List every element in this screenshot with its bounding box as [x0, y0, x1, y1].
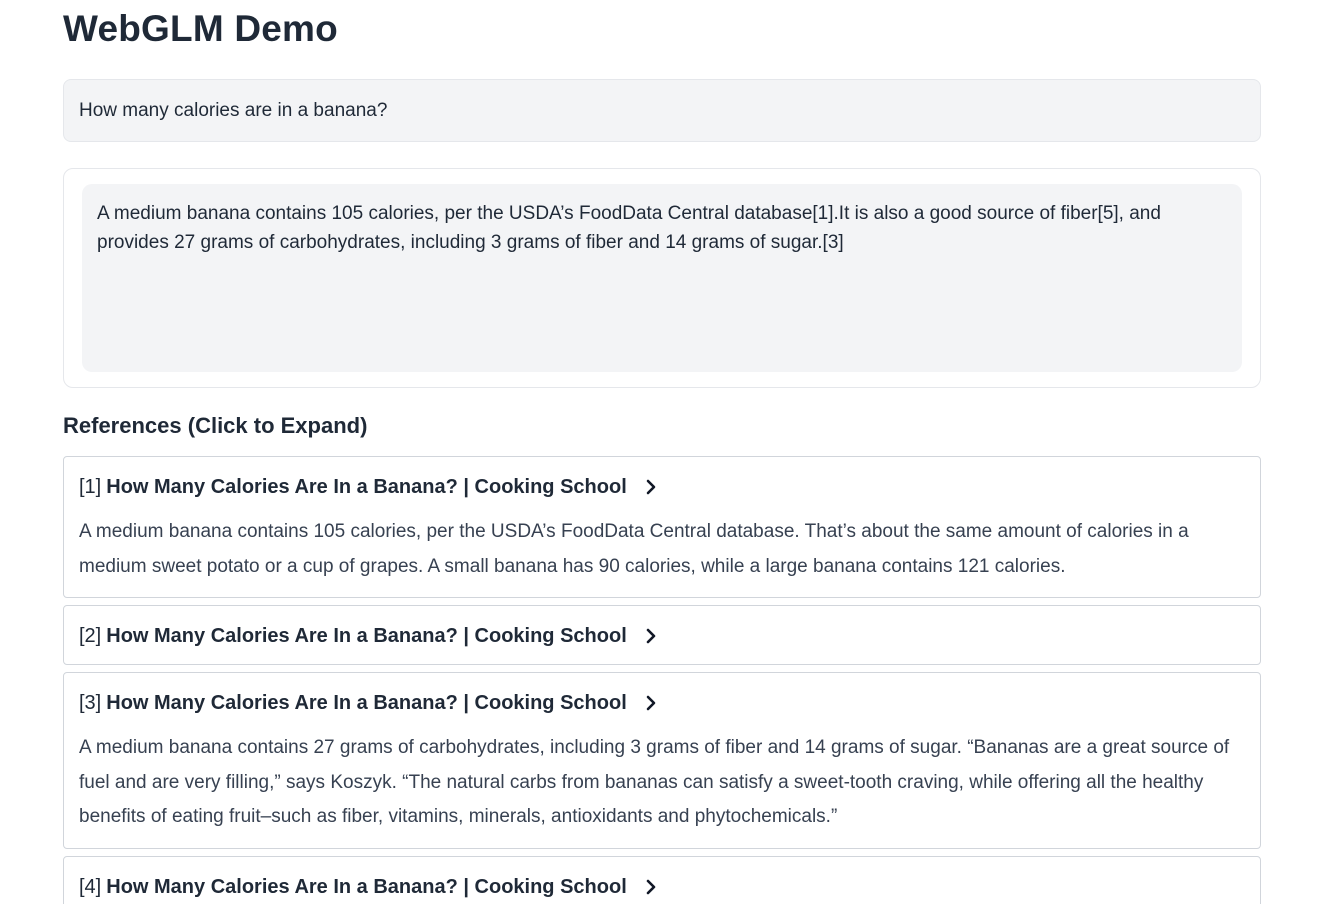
reference-index: [2] — [79, 625, 102, 647]
reference-title: How Many Calories Are In a Banana? | Coo… — [106, 875, 627, 898]
chevron-right-icon[interactable] — [641, 877, 661, 897]
chevron-right-icon[interactable] — [641, 477, 661, 497]
reference-title: How Many Calories Are In a Banana? | Coo… — [106, 476, 627, 498]
reference-index: [1] — [79, 476, 102, 498]
reference-title: How Many Calories Are In a Banana? | Coo… — [106, 625, 627, 647]
answer-panel: A medium banana contains 105 calories, p… — [63, 168, 1261, 388]
page-title: WebGLM Demo — [63, 8, 338, 49]
answer-text: A medium banana contains 105 calories, p… — [82, 184, 1242, 372]
reference-toggle[interactable]: [4] How Many Calories Are In a Banana? |… — [79, 872, 1245, 902]
reference-toggle[interactable]: [1] How Many Calories Are In a Banana? |… — [79, 472, 1245, 502]
chevron-right-icon[interactable] — [641, 626, 661, 646]
reference-toggle[interactable]: [3] How Many Calories Are In a Banana? |… — [79, 688, 1245, 718]
reference-body: A medium banana contains 27 grams of car… — [79, 737, 1230, 827]
reference-card: [1] How Many Calories Are In a Banana? |… — [63, 456, 1261, 598]
references-list: [1] How Many Calories Are In a Banana? |… — [63, 456, 1261, 904]
reference-card: [3] How Many Calories Are In a Banana? |… — [63, 672, 1261, 849]
reference-card: [4] How Many Calories Are In a Banana? |… — [63, 855, 1261, 904]
references-heading: References (Click to Expand) — [63, 413, 368, 438]
chevron-right-icon[interactable] — [641, 693, 661, 713]
reference-index: [3] — [79, 692, 102, 714]
webglm-demo-page: WebGLM Demo How many calories are in a b… — [0, 0, 1330, 904]
reference-index: [4] — [79, 875, 102, 898]
query-input[interactable]: How many calories are in a banana? — [63, 79, 1261, 142]
reference-toggle[interactable]: [2] How Many Calories Are In a Banana? |… — [79, 621, 1245, 651]
reference-card: [2] How Many Calories Are In a Banana? |… — [63, 605, 1261, 665]
reference-title: How Many Calories Are In a Banana? | Coo… — [106, 692, 627, 714]
reference-body: A medium banana contains 105 calories, p… — [79, 521, 1189, 577]
